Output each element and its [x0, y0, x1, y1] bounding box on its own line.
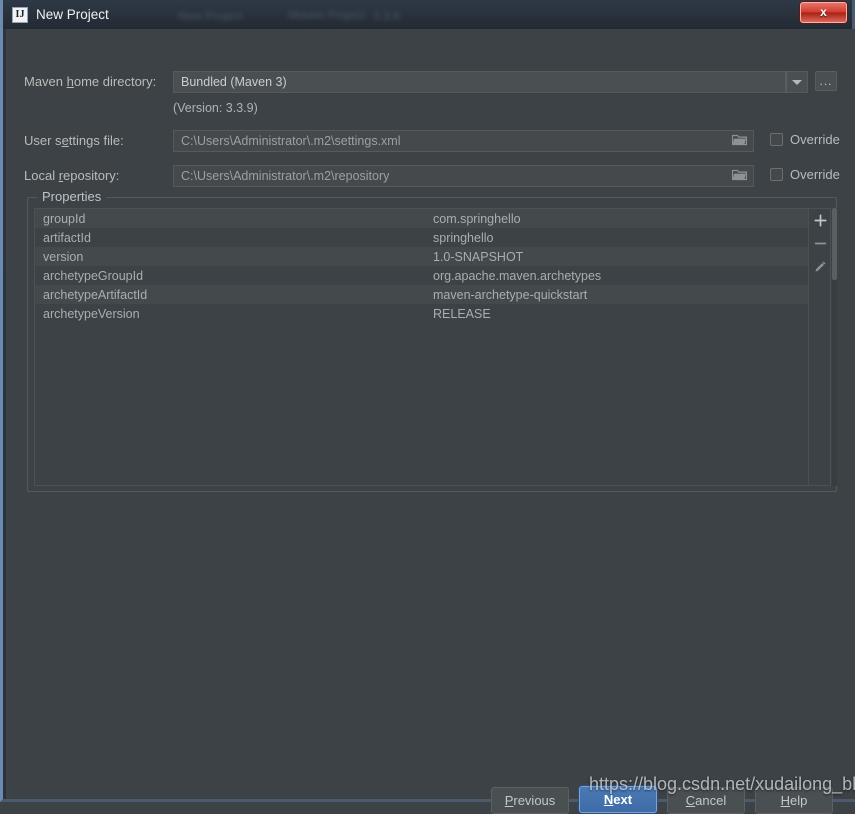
maven-home-directory-label: Maven home directory:	[24, 74, 157, 89]
help-button[interactable]: Help	[755, 787, 833, 814]
properties-table-container: groupId com.springhello artifactId springhe…	[34, 208, 831, 486]
remove-property-button[interactable]	[809, 232, 830, 255]
table-row[interactable]: groupId com.springhello	[35, 209, 809, 228]
blurred-background-text-b: Maven Project	[288, 8, 365, 22]
property-key-cell: archetypeArtifactId	[43, 287, 148, 302]
checkbox-box	[770, 133, 783, 146]
maven-home-directory-combobox[interactable]: Bundled (Maven 3)	[173, 71, 786, 93]
table-row[interactable]: archetypeVersion RELEASE	[35, 304, 809, 323]
property-key-cell: archetypeGroupId	[43, 268, 144, 283]
add-property-button[interactable]	[809, 209, 830, 232]
cancel-button[interactable]: Cancel	[667, 787, 745, 814]
table-row[interactable]: version 1.0-SNAPSHOT	[35, 247, 809, 266]
property-value-cell: springhello	[433, 230, 494, 245]
blurred-background-text-c: 3.3.9	[373, 9, 400, 23]
property-key-cell: artifactId	[43, 230, 91, 245]
chevron-down-icon[interactable]	[786, 71, 808, 93]
previous-button[interactable]: Previous	[491, 787, 569, 814]
property-key-cell: version	[43, 249, 84, 264]
checkbox-box	[770, 168, 783, 181]
blurred-background-text-a: New Project	[178, 9, 243, 23]
property-value-cell: 1.0-SNAPSHOT	[433, 249, 524, 264]
window-title: New Project	[36, 7, 109, 22]
table-row[interactable]: archetypeGroupId org.apache.maven.archety…	[35, 266, 809, 285]
local-repository-override-checkbox[interactable]: Override	[770, 167, 840, 182]
properties-toolbar	[808, 209, 830, 485]
user-settings-override-label: Override	[790, 132, 840, 147]
maven-version-note: (Version: 3.3.9)	[173, 101, 258, 115]
properties-scrollbar[interactable]	[832, 208, 837, 486]
table-row[interactable]: archetypeArtifactId maven-archetype-quick…	[35, 285, 809, 304]
intellij-logo-icon: IJ	[12, 6, 28, 23]
properties-legend: Properties	[37, 189, 107, 204]
property-value-cell: org.apache.maven.archetypes	[433, 268, 602, 283]
folder-icon[interactable]	[728, 131, 750, 151]
close-button[interactable]: x	[800, 2, 847, 23]
next-button[interactable]: Next	[579, 786, 657, 813]
user-settings-file-input[interactable]: C:\Users\Administrator\.m2\settings.xml	[173, 130, 754, 152]
dialog-body: Maven home directory: Bundled (Maven 3) …	[6, 29, 855, 814]
maven-home-browse-button[interactable]: ...	[815, 71, 837, 91]
local-repository-input[interactable]: C:\Users\Administrator\.m2\repository	[173, 165, 754, 187]
table-row[interactable]: artifactId springhello	[35, 228, 809, 247]
user-settings-file-label: User settings file:	[24, 133, 124, 148]
properties-group: Properties groupId com.springhello artifac…	[27, 189, 837, 492]
property-key-cell: archetypeVersion	[43, 306, 140, 321]
properties-scrollbar-thumb[interactable]	[832, 208, 837, 280]
local-repository-override-label: Override	[790, 167, 840, 182]
new-project-dialog-window: IJ New Project New Project Maven Project…	[0, 0, 855, 814]
local-repository-label: Local repository:	[24, 168, 120, 183]
property-value-cell: com.springhello	[433, 211, 521, 226]
title-bar: IJ New Project New Project Maven Project…	[3, 0, 852, 29]
properties-table[interactable]: groupId com.springhello artifactId springhe…	[35, 209, 809, 323]
folder-icon[interactable]	[728, 166, 750, 186]
edit-property-button[interactable]	[809, 255, 830, 278]
property-value-cell: maven-archetype-quickstart	[433, 287, 588, 302]
property-key-cell: groupId	[43, 211, 86, 226]
user-settings-override-checkbox[interactable]: Override	[770, 132, 840, 147]
property-value-cell: RELEASE	[433, 306, 491, 321]
